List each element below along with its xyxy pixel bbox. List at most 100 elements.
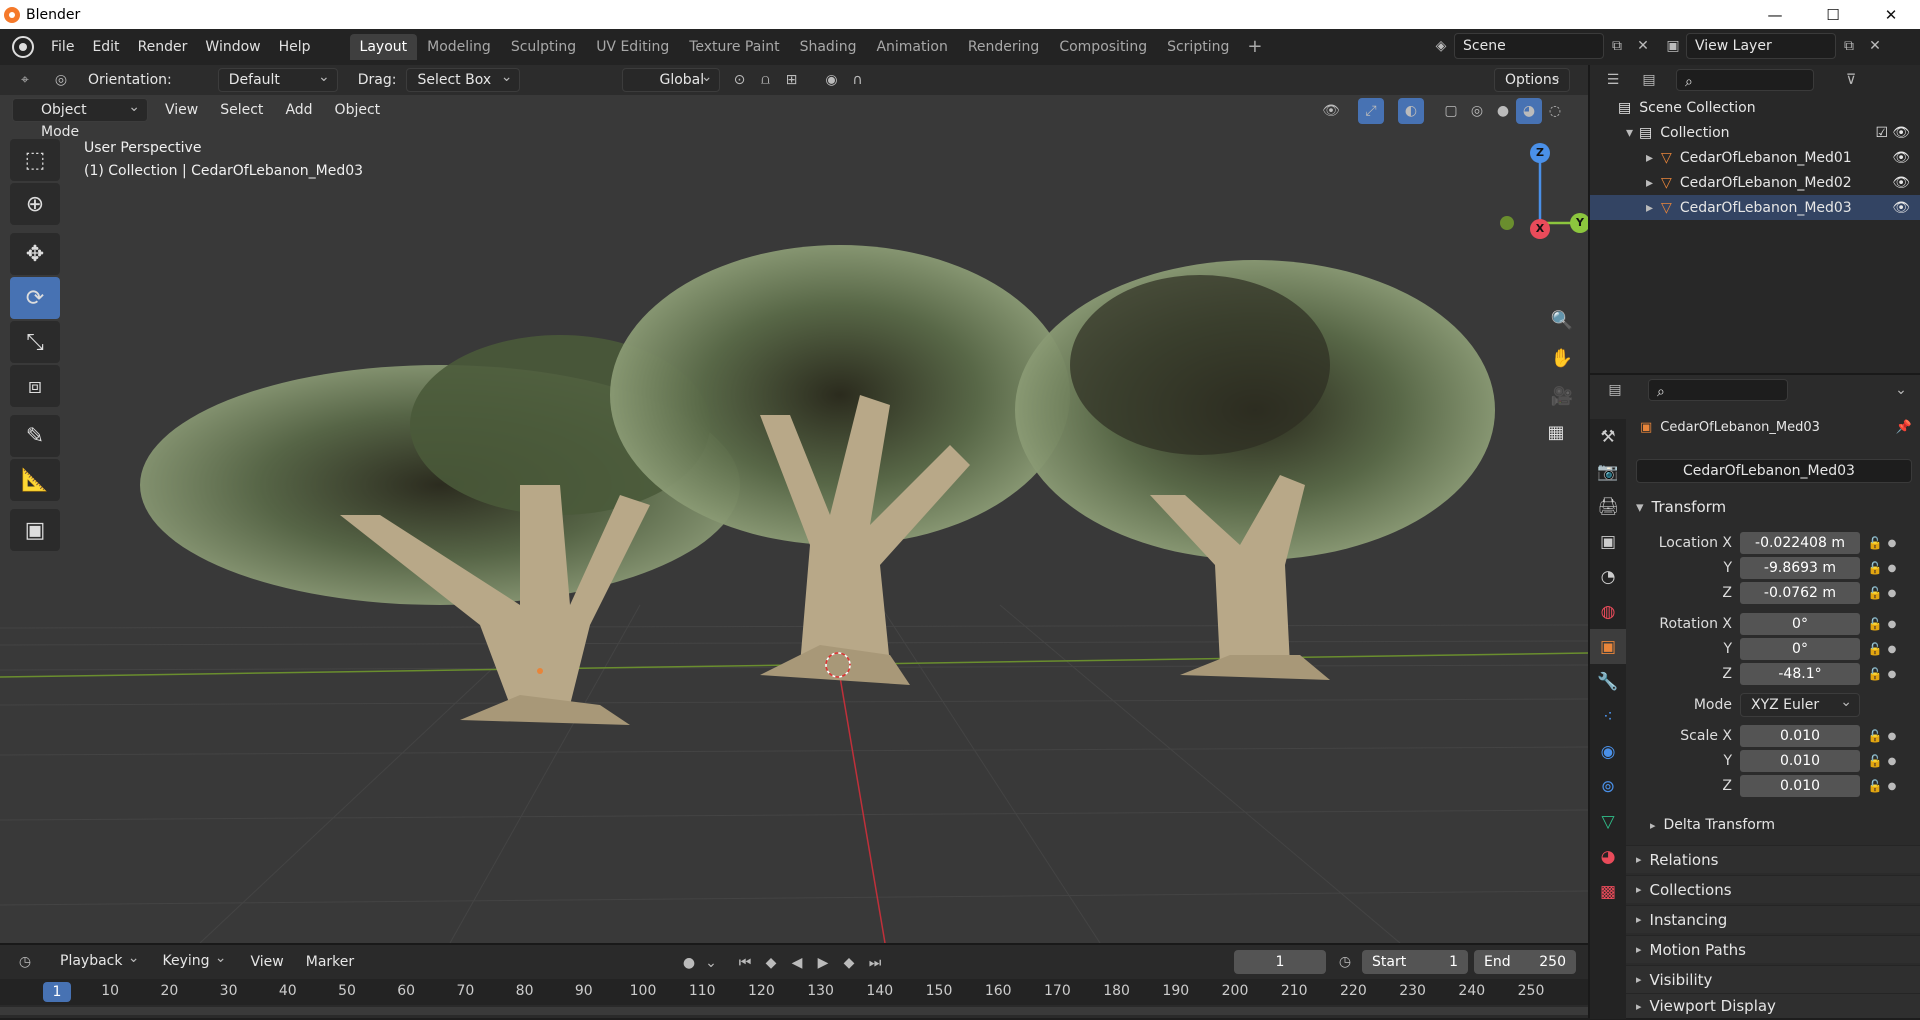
jump-end-icon[interactable]: ⏭ bbox=[862, 950, 888, 976]
relations-section[interactable]: ▸ Relations bbox=[1626, 845, 1920, 873]
object-eye-icon[interactable]: 👁 bbox=[1892, 200, 1910, 216]
rendered-shading-icon[interactable]: ◌ bbox=[1542, 98, 1568, 124]
falloff-icon[interactable]: ∩ bbox=[844, 67, 870, 93]
lock-icon[interactable]: 🔓 bbox=[1864, 779, 1886, 793]
proportional-edit-icon[interactable]: ◉ bbox=[818, 67, 844, 93]
lock-icon[interactable]: 🔓 bbox=[1864, 617, 1886, 631]
tab-texture-paint[interactable]: Texture Paint bbox=[679, 34, 789, 60]
properties-editor-icon[interactable]: ▤ bbox=[1602, 377, 1628, 403]
filter-icon[interactable]: ⊽ bbox=[1838, 67, 1864, 93]
menu-render[interactable]: Render bbox=[129, 39, 197, 55]
outliner-object-row[interactable]: ▸ ▽ CedarOfLebanon_Med02 👁 bbox=[1590, 170, 1920, 195]
rotate-icon[interactable]: ⟳ bbox=[10, 277, 60, 319]
material-shading-icon[interactable]: ◕ bbox=[1516, 98, 1542, 124]
chevron-right-icon[interactable]: ▸ bbox=[1646, 150, 1653, 166]
tab-sculpting[interactable]: Sculpting bbox=[501, 34, 586, 60]
transform-section-header[interactable]: ▾ Transform bbox=[1626, 493, 1920, 521]
object-eye-icon[interactable]: 👁 bbox=[1892, 150, 1910, 166]
tab-compositing[interactable]: Compositing bbox=[1049, 34, 1157, 60]
constraints-tab-icon[interactable]: ⊚ bbox=[1590, 769, 1626, 804]
tab-animation[interactable]: Animation bbox=[866, 34, 957, 60]
mode-dropdown[interactable]: Object Mode bbox=[12, 96, 148, 140]
rotation-x-field[interactable]: 0° bbox=[1740, 613, 1860, 635]
particles-tab-icon[interactable]: ⁖ bbox=[1590, 699, 1626, 734]
lock-icon[interactable]: 🔓 bbox=[1864, 586, 1886, 600]
menu-object[interactable]: Object bbox=[324, 98, 392, 122]
orientation-dropdown[interactable]: Default bbox=[217, 66, 338, 92]
scale-y-field[interactable]: 0.010 bbox=[1740, 750, 1860, 772]
menu-file[interactable]: File bbox=[42, 39, 83, 55]
visibility-icon[interactable]: 👁 bbox=[1318, 98, 1344, 124]
location-y-field[interactable]: -9.8693 m bbox=[1740, 557, 1860, 579]
tab-rendering[interactable]: Rendering bbox=[958, 34, 1050, 60]
keyframe-dot-icon[interactable]: ● bbox=[1886, 731, 1898, 742]
tab-layout[interactable]: Layout bbox=[349, 34, 418, 60]
display-mode-icon[interactable]: ▤ bbox=[1636, 67, 1662, 93]
solid-shading-icon[interactable]: ● bbox=[1490, 98, 1516, 124]
outliner-search-input[interactable]: ⌕ bbox=[1676, 69, 1814, 91]
location-x-field[interactable]: -0.022408 m bbox=[1740, 532, 1860, 554]
rotation-z-field[interactable]: -48.1° bbox=[1740, 663, 1860, 685]
gizmo-toggle-icon[interactable]: ⤢ bbox=[1358, 98, 1384, 124]
keyframe-dot-icon[interactable]: ● bbox=[1886, 781, 1898, 792]
object-name-field[interactable]: CedarOfLebanon_Med03 bbox=[1636, 459, 1912, 483]
close-button[interactable]: ✕ bbox=[1862, 0, 1920, 29]
select-box-icon[interactable]: ⬚ bbox=[10, 139, 60, 181]
tab-shading[interactable]: Shading bbox=[790, 34, 867, 60]
transform-pivot-icon[interactable]: ◎ bbox=[48, 67, 74, 93]
gizmo-y[interactable]: Y bbox=[1570, 213, 1588, 233]
lock-icon[interactable]: 🔓 bbox=[1864, 667, 1886, 681]
gizmo-z[interactable]: Z bbox=[1530, 143, 1550, 163]
scene-field[interactable]: Scene bbox=[1454, 33, 1604, 59]
xray-icon[interactable]: ▢ bbox=[1438, 98, 1464, 124]
cursor-icon[interactable]: ⊕ bbox=[10, 183, 60, 225]
scale-icon[interactable]: ⤡ bbox=[10, 321, 60, 363]
chevron-right-icon[interactable]: ▸ bbox=[1646, 175, 1653, 191]
chevron-down-icon[interactable]: ▾ bbox=[1626, 125, 1633, 141]
snap-increment-icon[interactable]: ⊞ bbox=[778, 67, 804, 93]
transform-icon[interactable]: ⧈ bbox=[10, 365, 60, 407]
data-tab-icon[interactable]: ▽ bbox=[1590, 804, 1626, 839]
frame-ruler[interactable]: 1 10 20 30 40 50 60 70 80 90 100 110 120 130 140 150 160… bbox=[0, 979, 1588, 1005]
options-dropdown[interactable]: Options bbox=[1494, 66, 1570, 92]
lock-icon[interactable]: 🔓 bbox=[1864, 536, 1886, 550]
scene-icon[interactable]: ◈ bbox=[1428, 33, 1454, 59]
keyframe-dot-icon[interactable]: ● bbox=[1886, 588, 1898, 599]
view-layer-field[interactable]: View Layer bbox=[1686, 33, 1836, 59]
output-tab-icon[interactable]: 🖨 bbox=[1590, 489, 1626, 524]
view-layer-tab-icon[interactable]: ▣ bbox=[1590, 524, 1626, 559]
jump-start-icon[interactable]: ⏮ bbox=[732, 950, 758, 976]
location-z-field[interactable]: -0.0762 m bbox=[1740, 582, 1860, 604]
instancing-section[interactable]: ▸ Instancing bbox=[1626, 905, 1920, 933]
texture-tab-icon[interactable]: ▩ bbox=[1590, 874, 1626, 909]
outliner-object-row-active[interactable]: ▸ ▽ CedarOfLebanon_Med03 👁 bbox=[1590, 195, 1920, 220]
tab-scripting[interactable]: Scripting bbox=[1157, 34, 1239, 60]
pin-icon[interactable]: 📌 bbox=[1896, 420, 1912, 435]
menu-add[interactable]: Add bbox=[274, 98, 323, 122]
tool-tab-icon[interactable]: ⚒ bbox=[1590, 419, 1626, 454]
timeline-editor-icon[interactable]: ◷ bbox=[12, 949, 38, 975]
collection-checkbox-icon[interactable]: ☑ bbox=[1875, 125, 1888, 141]
annotate-icon[interactable]: ✎ bbox=[10, 415, 60, 457]
clock-icon[interactable]: ◷ bbox=[1332, 949, 1358, 975]
zoom-icon[interactable]: 🔍 bbox=[1545, 303, 1579, 337]
modifier-tab-icon[interactable]: 🔧 bbox=[1590, 664, 1626, 699]
start-frame-field[interactable]: Start 1 bbox=[1362, 950, 1468, 974]
next-keyframe-icon[interactable]: ◆ bbox=[836, 950, 862, 976]
maximize-button[interactable]: ☐ bbox=[1804, 0, 1862, 29]
play-icon[interactable]: ▶ bbox=[810, 950, 836, 976]
playback-menu[interactable]: Playback bbox=[50, 947, 146, 974]
add-workspace-button[interactable]: + bbox=[1239, 34, 1270, 60]
keyframe-dot-icon[interactable]: ● bbox=[1886, 756, 1898, 767]
menu-select[interactable]: Select bbox=[209, 98, 274, 122]
pan-hand-icon[interactable]: ✋ bbox=[1545, 341, 1579, 375]
view-layer-icon[interactable]: ▣ bbox=[1660, 33, 1686, 59]
scale-z-field[interactable]: 0.010 bbox=[1740, 775, 1860, 797]
delete-scene-icon[interactable]: ✕ bbox=[1630, 33, 1656, 59]
rotation-mode-dropdown[interactable]: XYZ Euler bbox=[1740, 691, 1860, 717]
tab-uv-editing[interactable]: UV Editing bbox=[586, 34, 679, 60]
pivot-point-icon[interactable]: ⊙ bbox=[726, 67, 752, 93]
world-tab-icon[interactable]: ◍ bbox=[1590, 594, 1626, 629]
menu-view[interactable]: View bbox=[154, 98, 209, 122]
end-frame-field[interactable]: End 250 bbox=[1474, 950, 1576, 974]
